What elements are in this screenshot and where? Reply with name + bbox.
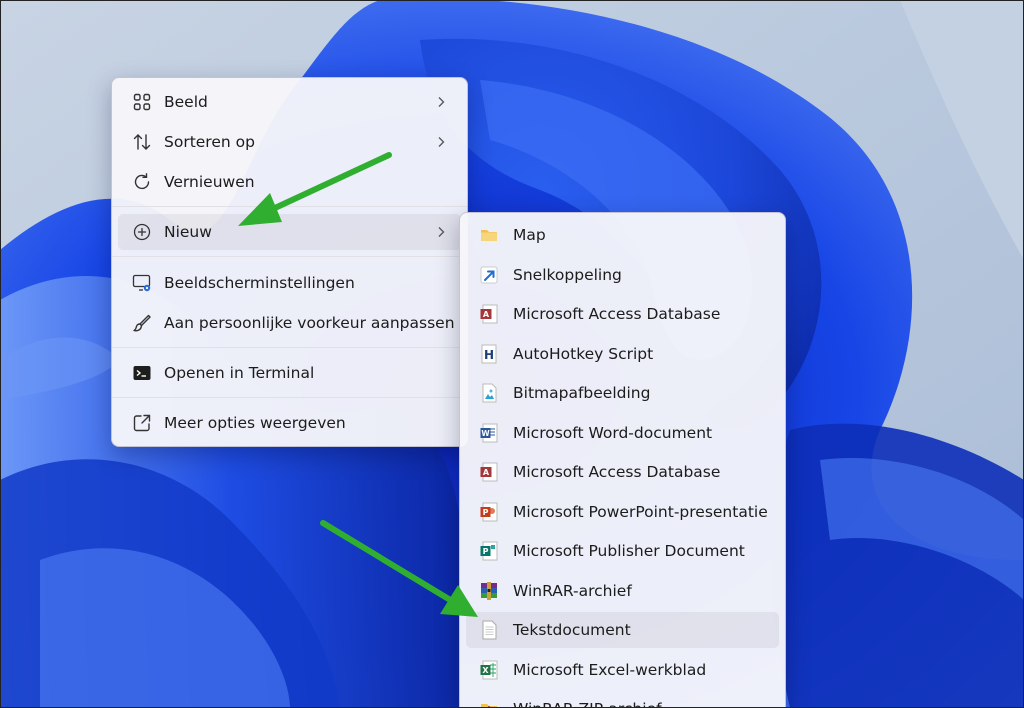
display-settings-icon [132, 274, 151, 292]
menu-item-label: Meer opties weergeven [164, 414, 346, 432]
menu-item-label: Beeld [164, 93, 208, 111]
submenu-item-label: WinRAR-archief [513, 582, 632, 600]
submenu-item-text-document[interactable]: Tekstdocument [466, 612, 779, 648]
menu-item-sort-by[interactable]: Sorteren op [118, 124, 461, 160]
menu-separator [112, 206, 467, 207]
word-icon: W [480, 423, 498, 443]
menu-separator [112, 256, 467, 257]
menu-item-view[interactable]: Beeld [118, 84, 461, 120]
sort-icon [133, 134, 151, 150]
brush-icon [133, 314, 151, 332]
autohotkey-icon: H [481, 344, 497, 364]
svg-text:A: A [483, 468, 490, 477]
menu-item-label: Nieuw [164, 223, 212, 241]
submenu-item-label: Microsoft PowerPoint-presentatie [513, 503, 768, 521]
submenu-item-label: Map [513, 226, 546, 244]
submenu-item-winrar-archive[interactable]: WinRAR-archief [466, 573, 779, 609]
bitmap-icon [482, 383, 497, 403]
submenu-item-label: Microsoft Publisher Document [513, 542, 745, 560]
menu-item-refresh[interactable]: Vernieuwen [118, 164, 461, 200]
menu-separator [112, 397, 467, 398]
svg-text:A: A [483, 310, 490, 319]
menu-item-new[interactable]: Nieuw [118, 214, 461, 250]
menu-item-label: Beeldscherminstellingen [164, 274, 355, 292]
new-submenu: Map Snelkoppeling A Microsoft Access Dat… [459, 212, 786, 708]
expand-icon [133, 414, 151, 432]
submenu-item-label: AutoHotkey Script [513, 345, 654, 363]
submenu-item-access-database-2[interactable]: A Microsoft Access Database [466, 454, 779, 490]
chevron-right-icon [438, 97, 445, 107]
menu-item-label: Vernieuwen [164, 173, 255, 191]
svg-text:W: W [481, 429, 490, 438]
submenu-item-winrar-zip-archive[interactable]: WinRAR ZIP-archief [466, 691, 779, 707]
publisher-icon: P [480, 541, 498, 561]
submenu-item-folder[interactable]: Map [466, 217, 779, 253]
submenu-item-shortcut[interactable]: Snelkoppeling [466, 257, 779, 293]
submenu-item-label: Microsoft Excel-werkblad [513, 661, 707, 679]
access-icon: A [480, 462, 498, 482]
grid-view-icon [133, 93, 151, 111]
access-icon: A [480, 304, 498, 324]
submenu-item-label: Microsoft Access Database [513, 305, 721, 323]
submenu-item-powerpoint-presentation[interactable]: P Microsoft PowerPoint-presentatie [466, 494, 779, 530]
menu-item-display-settings[interactable]: Beeldscherminstellingen [118, 265, 461, 301]
submenu-item-word-document[interactable]: W Microsoft Word-document [466, 415, 779, 451]
text-document-icon [482, 620, 497, 640]
winrar-icon [481, 582, 497, 600]
svg-text:H: H [484, 348, 494, 362]
menu-item-personalize[interactable]: Aan persoonlijke voorkeur aanpassen [118, 305, 461, 341]
context-menu: Beeld Sorteren op Vernieuwen Nieuw Beeld… [111, 77, 468, 447]
submenu-item-label: Tekstdocument [513, 621, 631, 639]
menu-item-more-options[interactable]: Meer opties weergeven [118, 405, 461, 441]
winrar-zip-icon [481, 704, 497, 707]
submenu-item-bitmap-image[interactable]: Bitmapafbeelding [466, 375, 779, 411]
chevron-right-icon [438, 137, 445, 147]
svg-text:P: P [483, 547, 489, 556]
refresh-icon [134, 173, 150, 190]
menu-item-open-terminal[interactable]: Openen in Terminal [118, 355, 461, 391]
shortcut-icon [480, 266, 498, 284]
chevron-right-icon [438, 227, 445, 237]
plus-circle-icon [133, 223, 151, 241]
submenu-item-autohotkey-script[interactable]: H AutoHotkey Script [466, 336, 779, 372]
menu-separator [112, 347, 467, 348]
submenu-item-publisher-document[interactable]: P Microsoft Publisher Document [466, 533, 779, 569]
submenu-item-label: Snelkoppeling [513, 266, 622, 284]
submenu-item-excel-worksheet[interactable]: X Microsoft Excel-werkblad [466, 652, 779, 688]
excel-icon: X [480, 660, 498, 680]
svg-text:X: X [482, 666, 489, 675]
terminal-icon [133, 366, 151, 380]
svg-text:P: P [483, 508, 489, 517]
folder-icon [481, 230, 497, 241]
menu-item-label: Sorteren op [164, 133, 255, 151]
submenu-item-label: Microsoft Word-document [513, 424, 713, 442]
menu-item-label: Openen in Terminal [164, 364, 315, 382]
submenu-item-access-database[interactable]: A Microsoft Access Database [466, 296, 779, 332]
powerpoint-icon: P [480, 502, 498, 522]
menu-item-label: Aan persoonlijke voorkeur aanpassen [164, 314, 455, 332]
submenu-item-label: Bitmapafbeelding [513, 384, 651, 402]
submenu-item-label: WinRAR ZIP-archief [513, 700, 662, 707]
submenu-item-label: Microsoft Access Database [513, 463, 721, 481]
